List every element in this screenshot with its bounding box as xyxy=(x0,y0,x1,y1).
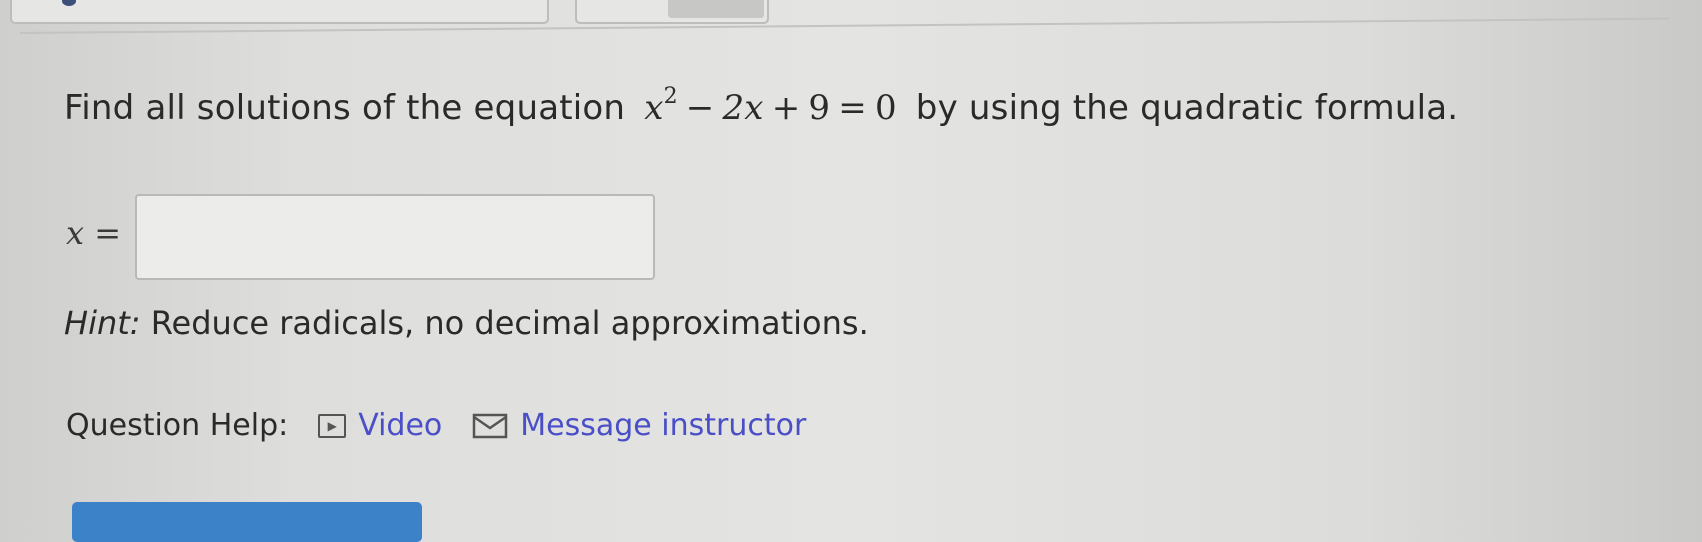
video-link[interactable]: ▶ Video xyxy=(318,408,442,443)
submit-button[interactable] xyxy=(72,502,422,542)
question-suffix: by using the quadratic formula. xyxy=(915,88,1459,128)
question-help-label: Question Help: xyxy=(66,408,289,443)
video-link-label: Video xyxy=(358,408,443,443)
equation: x2−2x +9 = 0 xyxy=(644,84,897,128)
message-instructor-link[interactable]: Message instructor xyxy=(472,408,806,443)
hint-text: Hint: Reduce radicals, no decimal approx… xyxy=(64,304,869,342)
message-instructor-label: Message instructor xyxy=(520,408,807,443)
hint-label: Hint: xyxy=(64,304,141,342)
mail-icon xyxy=(473,413,508,438)
video-icon: ▶ xyxy=(318,413,347,438)
top-tab xyxy=(668,0,764,18)
question-help: Question Help: ▶ Video Message instructo… xyxy=(66,408,836,443)
hint-body: Reduce radicals, no decimal approximatio… xyxy=(150,304,869,342)
answer-input[interactable] xyxy=(135,194,656,280)
question-text: Find all solutions of the equation x2−2x… xyxy=(64,84,1458,128)
question-prefix: Find all solutions of the equation xyxy=(64,88,626,128)
answer-row: x = xyxy=(66,188,656,280)
answer-label: x = xyxy=(66,214,122,252)
top-box-left xyxy=(10,0,549,24)
